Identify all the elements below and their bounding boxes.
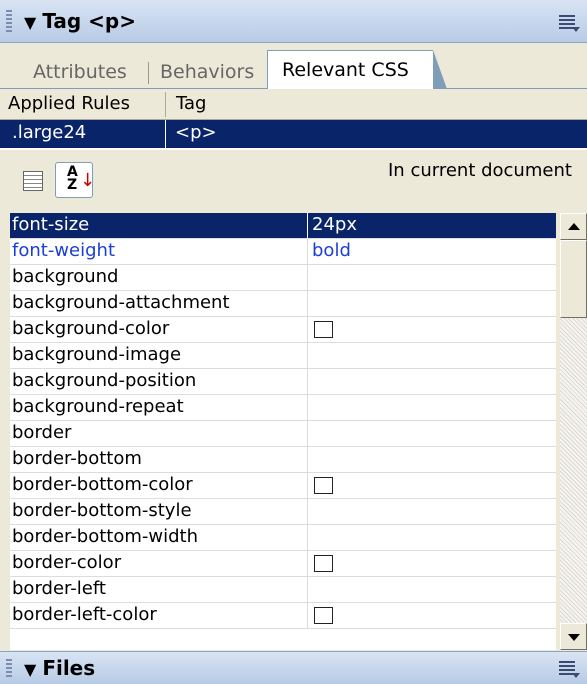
color-swatch[interactable] (314, 607, 333, 624)
property-row[interactable]: background-position (10, 369, 556, 395)
scroll-up-button[interactable] (560, 213, 587, 240)
property-row[interactable]: border-bottom (10, 447, 556, 473)
property-name: background-repeat (12, 396, 184, 417)
property-row[interactable]: background (10, 265, 556, 291)
column-divider (307, 499, 308, 525)
tab-attributes[interactable]: Attributes (33, 56, 127, 88)
column-divider (307, 603, 308, 629)
applied-rules-table: Applied Rules Tag .large24 <p> (0, 90, 587, 150)
property-row[interactable]: border-bottom-style (10, 499, 556, 525)
property-name: border-color (12, 552, 122, 573)
property-name: border-left-color (12, 604, 157, 625)
scroll-down-button[interactable] (560, 623, 587, 650)
tab-bar: Attributes Behaviors Relevant CSS (0, 48, 587, 89)
tab-divider (148, 62, 149, 84)
property-row[interactable]: background-repeat (10, 395, 556, 421)
tab-behaviors[interactable]: Behaviors (160, 56, 254, 88)
category-view-button[interactable] (12, 162, 50, 198)
grip-icon[interactable] (6, 659, 12, 677)
property-name: border-bottom-style (12, 500, 192, 521)
column-divider (307, 265, 308, 291)
rules-table-header: Applied Rules Tag (0, 90, 587, 120)
property-name: border-bottom-width (12, 526, 198, 547)
column-divider (307, 447, 308, 473)
rule-tag: <p> (175, 122, 217, 143)
rule-name: .large24 (12, 122, 87, 143)
collapse-triangle-icon[interactable]: ▼ (24, 660, 36, 679)
scroll-thumb[interactable] (560, 240, 587, 318)
grip-icon[interactable] (6, 10, 12, 34)
collapse-triangle-icon[interactable]: ▼ (24, 13, 36, 32)
property-row[interactable]: background-image (10, 343, 556, 369)
property-row[interactable]: background-color (10, 317, 556, 343)
tag-inspector-panel: ▼ Tag <p> Attributes Behaviors Relevant C… (0, 0, 587, 684)
category-view-icon (23, 171, 43, 191)
options-menu-icon[interactable] (559, 15, 580, 32)
alphabetical-view-button[interactable]: AZ ↓ (55, 162, 96, 198)
column-divider (307, 395, 308, 421)
files-panel-header[interactable]: ▼ Files (0, 651, 587, 684)
property-name: background-color (12, 318, 170, 339)
property-name: font-size (12, 214, 90, 235)
property-row[interactable]: border-left (10, 577, 556, 603)
column-divider[interactable] (165, 92, 166, 117)
property-row[interactable]: background-attachment (10, 291, 556, 317)
column-divider (307, 369, 308, 395)
location-label: In current document (388, 160, 572, 181)
property-name: border-bottom-color (12, 474, 193, 495)
column-divider (307, 473, 308, 499)
vertical-scrollbar[interactable] (560, 213, 587, 650)
options-menu-icon[interactable] (559, 661, 580, 678)
column-divider (307, 577, 308, 603)
sort-arrow-icon: ↓ (80, 170, 96, 191)
property-name: background (12, 266, 119, 287)
column-divider (307, 317, 308, 343)
property-row[interactable]: border-bottom-width (10, 525, 556, 551)
panel-header[interactable]: ▼ Tag <p> (0, 0, 587, 43)
css-properties-grid: font-size 24px font-weight bold background ba… (10, 213, 556, 650)
column-divider (307, 343, 308, 369)
files-panel-title[interactable]: ▼ Files (24, 656, 95, 680)
property-row[interactable]: border-left-color (10, 603, 556, 629)
property-name: background-attachment (12, 292, 230, 313)
property-row[interactable]: font-weight bold (10, 239, 556, 265)
column-divider (307, 421, 308, 447)
column-divider (307, 213, 308, 239)
property-name: border (12, 422, 72, 443)
sort-az-icon: AZ (67, 164, 78, 193)
property-value[interactable]: bold (312, 240, 351, 261)
css-toolbar: AZ ↓ In current document (0, 150, 587, 208)
property-name: font-weight (12, 240, 115, 261)
property-value[interactable]: 24px (312, 214, 357, 235)
column-divider (307, 525, 308, 551)
column-header-applied-rules[interactable]: Applied Rules (8, 93, 130, 114)
arrow-down-icon (568, 634, 580, 641)
property-row[interactable]: border-color (10, 551, 556, 577)
property-row[interactable]: border (10, 421, 556, 447)
property-row[interactable]: border-bottom-color (10, 473, 556, 499)
color-swatch[interactable] (314, 321, 333, 338)
property-name: border-bottom (12, 448, 142, 469)
panel-title[interactable]: ▼ Tag <p> (24, 9, 136, 33)
property-name: background-position (12, 370, 197, 391)
property-row[interactable]: font-size 24px (10, 213, 556, 239)
column-divider (165, 120, 166, 148)
color-swatch[interactable] (314, 555, 333, 572)
column-divider (307, 239, 308, 265)
color-swatch[interactable] (314, 477, 333, 494)
column-divider (307, 291, 308, 317)
tab-relevant-css[interactable]: Relevant CSS (267, 50, 447, 89)
property-name: border-left (12, 578, 106, 599)
arrow-up-icon (568, 223, 580, 230)
column-divider (307, 551, 308, 577)
column-header-tag[interactable]: Tag (176, 93, 206, 114)
property-name: background-image (12, 344, 182, 365)
rule-row-selected[interactable]: .large24 <p> (0, 120, 587, 148)
